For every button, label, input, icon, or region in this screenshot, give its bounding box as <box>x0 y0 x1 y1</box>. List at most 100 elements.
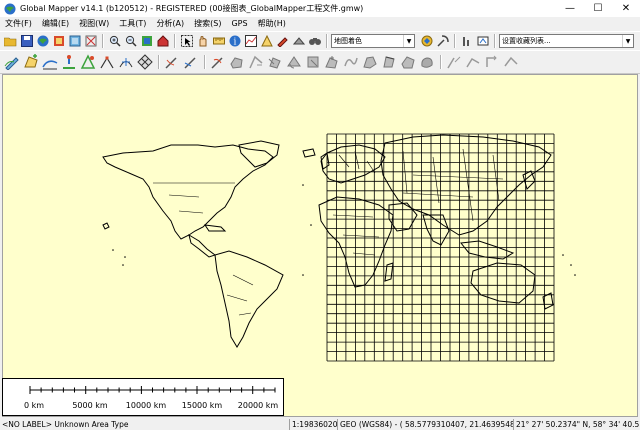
edit-feature-icon[interactable] <box>3 53 21 72</box>
chevron-down-icon[interactable]: ▼ <box>622 35 633 47</box>
lighting-icon[interactable] <box>475 34 490 49</box>
create-buffer-icon[interactable] <box>209 53 227 72</box>
country-border-5 <box>238 312 252 316</box>
menu-bar: 文件(F) 编辑(E) 视图(W) 工具(T) 分析(A) 搜索(S) GPS … <box>0 17 640 30</box>
create-grid-icon[interactable] <box>136 53 154 72</box>
create-line-icon[interactable] <box>41 53 59 72</box>
shader-settings-icon[interactable] <box>419 34 434 49</box>
favorite-views-value: 设置收藏列表... <box>502 37 551 45</box>
data-icon[interactable] <box>67 34 82 49</box>
country-border-2 <box>178 210 204 214</box>
scale-label-5000: 5000 km <box>72 401 108 410</box>
layers-icon[interactable] <box>51 34 66 49</box>
simplify-feature-icon[interactable] <box>380 53 398 72</box>
island-7 <box>574 274 576 276</box>
island-2 <box>122 264 124 266</box>
home-icon[interactable] <box>155 34 170 49</box>
menu-view[interactable]: 视图(W) <box>74 18 114 29</box>
landmass-central-america <box>188 233 217 258</box>
island-8 <box>302 274 304 276</box>
scale-label-10000: 10000 km <box>125 401 167 410</box>
tools-icon[interactable] <box>435 34 450 49</box>
favorite-views-select[interactable]: 设置收藏列表... ▼ <box>499 34 634 48</box>
svg-text:i: i <box>233 38 236 48</box>
menu-file[interactable]: 文件(F) <box>0 18 37 29</box>
move-feature-icon[interactable] <box>323 53 341 72</box>
title-bar: Global Mapper v14.1 (b120512) - REGISTER… <box>0 0 640 17</box>
rotate-feature-icon[interactable] <box>285 53 303 72</box>
country-border-11 <box>352 252 376 256</box>
country-border-16 <box>412 174 504 180</box>
create-area-icon[interactable] <box>22 53 40 72</box>
menu-edit[interactable]: 编辑(E) <box>37 18 74 29</box>
status-dms: 21° 27' 50.2374" N, 58° 34' 40.5 <box>516 419 640 429</box>
open-folder-icon[interactable] <box>3 34 18 49</box>
country-border-3 <box>232 274 254 286</box>
binoculars-icon[interactable] <box>307 34 322 49</box>
pan-tool-icon[interactable] <box>195 34 210 49</box>
zoom-out-icon[interactable] <box>123 34 138 49</box>
vertical-exaggeration-icon[interactable] <box>459 34 474 49</box>
island-1 <box>124 256 126 258</box>
scale-feature-icon[interactable] <box>304 53 322 72</box>
scale-bar: 0 km 5000 km 10000 km 15000 km 20000 km <box>2 378 284 416</box>
close-button[interactable]: ✕ <box>612 0 640 17</box>
scale-label-20000: 20000 km <box>237 401 279 410</box>
select-tool-icon[interactable] <box>179 34 194 49</box>
insert-vertex-icon[interactable] <box>98 53 116 72</box>
menu-analysis[interactable]: 分析(A) <box>151 18 189 29</box>
move-vertex-icon[interactable] <box>117 53 135 72</box>
menu-tools[interactable]: 工具(T) <box>114 18 151 29</box>
create-polygon-icon[interactable] <box>399 53 417 72</box>
measure-tool-icon[interactable] <box>211 34 226 49</box>
landmass-iceland <box>302 148 316 158</box>
menu-help[interactable]: 帮助(H) <box>253 18 291 29</box>
island-3 <box>302 184 304 186</box>
country-border-9 <box>332 214 374 218</box>
extend-line-icon[interactable] <box>483 53 501 72</box>
path-profile-icon[interactable] <box>243 34 258 49</box>
3d-view-icon[interactable] <box>291 34 306 49</box>
menu-search[interactable]: 搜索(S) <box>189 18 226 29</box>
reverse-line-icon[interactable] <box>502 53 520 72</box>
globe-icon[interactable] <box>35 34 50 49</box>
join-line-icon[interactable] <box>464 53 482 72</box>
digitizer-toolbar <box>0 50 640 74</box>
status-bar: <NO LABEL> Unknown Area Type 1:198360200… <box>0 418 640 430</box>
draw-line-icon[interactable] <box>182 53 200 72</box>
menu-gps[interactable]: GPS <box>226 19 252 28</box>
map-view[interactable] <box>2 74 638 417</box>
draw-freehand-icon[interactable] <box>163 53 181 72</box>
zoom-in-icon[interactable] <box>107 34 122 49</box>
reshape-feature-icon[interactable] <box>361 53 379 72</box>
save-icon[interactable] <box>19 34 34 49</box>
config-icon[interactable] <box>83 34 98 49</box>
world-map <box>102 133 576 362</box>
minimize-button[interactable]: — <box>556 0 584 17</box>
maximize-button[interactable]: ☐ <box>584 0 612 17</box>
fill-area-icon[interactable] <box>418 53 436 72</box>
country-border-15 <box>492 154 500 202</box>
shader-select[interactable]: 地图着色 ▼ <box>331 34 415 48</box>
island-5 <box>562 254 564 256</box>
info-tool-icon[interactable]: i <box>227 34 242 49</box>
status-scale: 1:198360200 <box>292 418 338 430</box>
create-point-icon[interactable] <box>60 53 78 72</box>
app-logo-icon <box>4 3 16 15</box>
create-range-ring-icon[interactable] <box>79 53 97 72</box>
country-border-1 <box>168 194 200 198</box>
status-feature-label: <NO LABEL> Unknown Area Type <box>0 418 290 430</box>
view-shed-icon[interactable] <box>259 34 274 49</box>
country-border-14 <box>462 148 474 222</box>
landmass-south-america <box>214 250 284 348</box>
smooth-feature-icon[interactable] <box>342 53 360 72</box>
snap-vertex-icon[interactable] <box>445 53 463 72</box>
full-view-icon[interactable] <box>139 34 154 49</box>
digitizer-icon[interactable] <box>275 34 290 49</box>
status-coordinates: GEO (WGS84) - ( 58.5779310407, 21.463954… <box>338 418 514 430</box>
combine-feature-icon[interactable] <box>247 53 265 72</box>
country-border-4 <box>226 294 248 302</box>
crop-feature-icon[interactable] <box>266 53 284 72</box>
chevron-down-icon[interactable]: ▼ <box>403 35 414 47</box>
split-feature-icon[interactable] <box>228 53 246 72</box>
